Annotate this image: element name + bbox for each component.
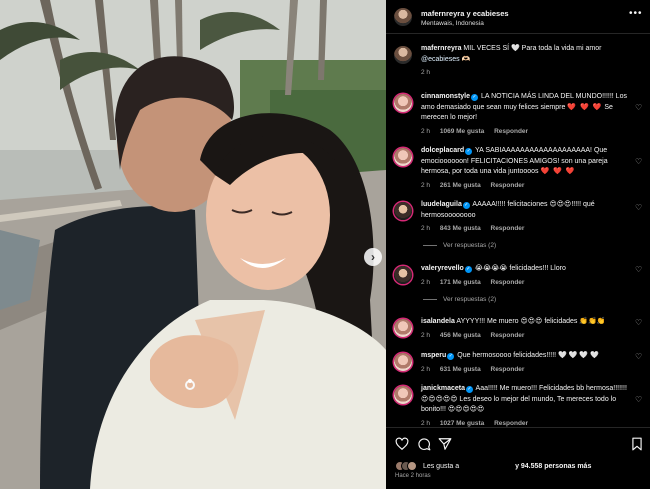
post-sidebar: mafernreyra y ecabieses Mentawais, Indon… — [386, 0, 650, 489]
comment-time[interactable]: 2 h — [421, 420, 430, 427]
comment-time[interactable]: 2 h — [421, 128, 430, 135]
likes-count[interactable]: y 94.558 personas más — [515, 463, 591, 470]
comment-time[interactable]: 2 h — [421, 366, 430, 373]
comment-text: Que hermosoooo felicidades!!!!! — [457, 352, 557, 359]
next-image-button[interactable]: › — [364, 248, 382, 266]
share-icon[interactable] — [438, 437, 452, 451]
verified-icon: ✓ — [462, 202, 470, 209]
comment-likes[interactable]: 843 Me gusta — [440, 225, 481, 232]
post-photo[interactable]: › — [0, 0, 386, 489]
post-actions: Les gusta a y 94.558 personas más Hace 2… — [386, 427, 650, 489]
caption-mention[interactable]: @ecabieses — [421, 56, 460, 63]
commenter-avatar[interactable] — [394, 202, 412, 220]
post-header: mafernreyra y ecabieses Mentawais, Indon… — [386, 0, 650, 34]
caption-emoji: 🫶🏻 — [461, 55, 471, 63]
view-replies-button[interactable]: Ver respuestas (2) — [423, 242, 496, 249]
reply-button[interactable]: Responder — [491, 225, 525, 232]
caption-time[interactable]: 2 h — [421, 69, 430, 76]
comment-text: AYYYY!!! Me muero 😍😍😍 felicidades 👏👏👏 — [456, 318, 606, 325]
heart-icon[interactable] — [395, 437, 409, 451]
commenter-avatar[interactable] — [394, 386, 412, 404]
comment-likes[interactable]: 261 Me gusta — [440, 182, 481, 189]
verified-icon: ✓ — [471, 94, 479, 101]
comment-likes[interactable]: 456 Me gusta — [440, 332, 481, 339]
commenter-avatar[interactable] — [394, 266, 412, 284]
comment-hearts: 🤍 🤍 🤍 🤍 — [558, 352, 599, 359]
comment-username[interactable]: janickmaceta — [421, 385, 465, 392]
heart-icon[interactable]: ♡ — [635, 158, 643, 166]
commenter-avatar[interactable] — [394, 353, 412, 371]
caption-text: MIL VECES SÍ 🤍 Para toda la vida mi amor — [463, 45, 602, 52]
liker-avatar — [407, 461, 417, 471]
heart-icon[interactable]: ♡ — [635, 396, 643, 404]
heart-icon[interactable]: ♡ — [635, 353, 643, 361]
author-usernames[interactable]: mafernreyra y ecabieses — [421, 9, 509, 18]
caption-avatar[interactable] — [394, 46, 412, 64]
reply-button[interactable]: Responder — [491, 332, 525, 339]
verified-icon: ✓ — [465, 386, 473, 393]
heart-icon[interactable]: ♡ — [635, 204, 643, 212]
heart-icon[interactable]: ♡ — [635, 266, 643, 274]
verified-icon: ✓ — [447, 353, 455, 360]
reply-button[interactable]: Responder — [491, 182, 525, 189]
comment-username[interactable]: msperu — [421, 352, 446, 359]
comment-username[interactable]: valeryrevello — [421, 265, 464, 272]
comment-username[interactable]: luudelaguila — [421, 201, 462, 208]
view-replies-button[interactable]: Ver respuestas (2) — [423, 296, 496, 303]
verified-icon: ✓ — [464, 266, 472, 273]
comment-time[interactable]: 2 h — [421, 332, 430, 339]
caption-username[interactable]: mafernreyra — [421, 45, 461, 52]
comment-likes[interactable]: 1027 Me gusta — [440, 420, 484, 427]
comment-hearts: ❤️ ❤️ ❤️ — [540, 168, 576, 175]
more-horizontal-icon[interactable]: ••• — [629, 8, 643, 19]
likes-summary[interactable]: Les gusta a y 94.558 personas más — [395, 461, 591, 471]
reply-button[interactable]: Responder — [491, 366, 525, 373]
comment-time[interactable]: 2 h — [421, 279, 430, 286]
comment-text: 😭😭😭😭 felicidades!!! Lloro — [474, 265, 566, 272]
reply-button[interactable]: Responder — [494, 420, 528, 427]
comment-hearts: ❤️ ❤️ ❤️ — [567, 103, 603, 111]
post-location[interactable]: Mentawais, Indonesia — [421, 20, 484, 27]
comment-time[interactable]: 2 h — [421, 225, 430, 232]
commenter-avatar[interactable] — [394, 319, 412, 337]
comment-likes[interactable]: 631 Me gusta — [440, 366, 481, 373]
heart-icon[interactable]: ♡ — [635, 319, 643, 327]
verified-icon: ✓ — [465, 148, 473, 155]
redacted-username — [461, 462, 514, 470]
comment-username[interactable]: cinnamonstyle — [421, 93, 470, 100]
reply-button[interactable]: Responder — [494, 128, 528, 135]
author-avatar[interactable] — [394, 8, 412, 26]
comment-time[interactable]: 2 h — [421, 182, 430, 189]
comments-list[interactable]: mafernreyra MIL VECES SÍ 🤍 Para toda la … — [386, 34, 650, 427]
commenter-avatar[interactable] — [394, 94, 412, 112]
comment-username[interactable]: isalandela — [421, 318, 455, 325]
comment-icon[interactable] — [417, 437, 431, 451]
comment-likes[interactable]: 1069 Me gusta — [440, 128, 484, 135]
reply-button[interactable]: Responder — [491, 279, 525, 286]
photo-illustration — [0, 0, 386, 489]
bookmark-icon[interactable] — [630, 437, 644, 451]
comment-likes[interactable]: 171 Me gusta — [440, 279, 481, 286]
commenter-avatar[interactable] — [394, 148, 412, 166]
comment-username[interactable]: dolceplacard — [421, 147, 464, 154]
heart-icon[interactable]: ♡ — [635, 104, 643, 112]
likes-prefix: Les gusta a — [422, 462, 460, 470]
post-time-ago[interactable]: Hace 2 horas — [395, 473, 431, 479]
